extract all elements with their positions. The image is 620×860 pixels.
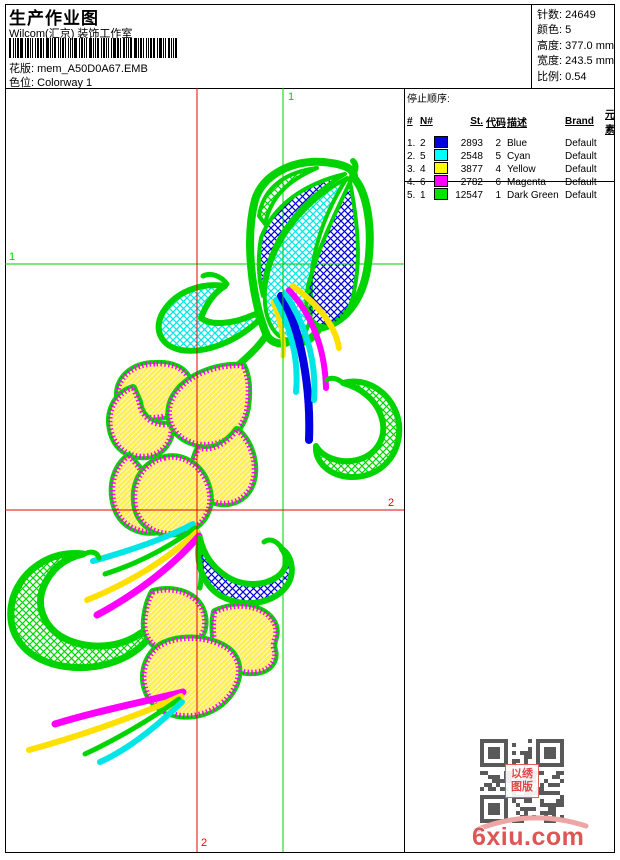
- info-label: 颜色:: [537, 24, 566, 37]
- thread-number: 6: [420, 177, 426, 188]
- info-value: 24649: [565, 9, 596, 21]
- thread-stitches: 3877: [460, 164, 483, 175]
- thread-brand: Default: [565, 164, 597, 175]
- info-value: 5: [565, 24, 572, 37]
- info-row: 高度: 377.0 mm: [537, 39, 614, 54]
- info-row: 宽度: 243.5 mm: [537, 54, 614, 69]
- thread-number: 4: [420, 164, 426, 175]
- stop-sequence-table: 停止顺序: # N# St. 代码 描述 Brand 元素 1. 2 2893 …: [407, 90, 615, 201]
- stamp-line1: 以绣: [511, 768, 533, 780]
- info-value: 377.0 mm: [565, 39, 615, 52]
- thread-stitches: 2548: [460, 151, 483, 162]
- info-label: 宽度:: [537, 55, 566, 68]
- thread-description: Magenta: [507, 177, 546, 188]
- stamp-line2: 图版: [511, 781, 533, 793]
- thread-code: 5: [495, 151, 501, 162]
- thread-code: 6: [495, 177, 501, 188]
- left-crescent-motif: [7, 549, 154, 672]
- design-info-box: 针数: 24649 颜色: 5 高度: 377.0 mm 宽度: 243.5 mm 比例…: [537, 8, 614, 85]
- watermark-text: 6xiu.com: [472, 823, 584, 851]
- paisley-motif: [155, 271, 264, 354]
- thread-row: 3. 4 3877 4 Yellow Default: [407, 162, 613, 175]
- thread-color-swatch: [434, 188, 448, 200]
- thread-index: 1.: [407, 138, 416, 149]
- stop-sequence-header: # N# St. 代码 描述 Brand 元素: [407, 106, 615, 136]
- thread-description: Blue: [507, 138, 528, 149]
- info-row: 比例: 0.54: [537, 70, 614, 85]
- col-element: 元素: [605, 110, 615, 136]
- info-label: 高度:: [537, 39, 566, 52]
- thread-row: 1. 2 2893 2 Blue Default: [407, 136, 613, 149]
- thread-number: 1: [420, 190, 426, 201]
- thread-stitches: 2893: [460, 138, 483, 149]
- thread-color-swatch: [434, 149, 448, 161]
- thread-index: 3.: [407, 164, 416, 175]
- thread-code: 4: [495, 164, 501, 175]
- thread-brand: Default: [565, 177, 597, 188]
- qr-center-stamp: 以绣 图版: [505, 764, 539, 798]
- end-marker-label-bottom: 2: [201, 837, 207, 849]
- thread-index: 2.: [407, 151, 416, 162]
- thread-brand: Default: [565, 190, 597, 201]
- info-value: 243.5 mm: [565, 55, 615, 68]
- thread-stitches: 2782: [460, 177, 483, 188]
- stop-sequence-title: 停止顺序:: [407, 94, 450, 105]
- thread-color-swatch: [434, 162, 448, 174]
- thread-color-swatch: [434, 175, 448, 187]
- start-marker-label-top: 1: [288, 91, 294, 103]
- thread-number: 2: [420, 138, 426, 149]
- embroidery-design-canvas: 1 1 2 2: [5, 88, 404, 852]
- petal: [130, 453, 214, 538]
- col-hash: #: [407, 115, 413, 127]
- bottom-swooshes: [26, 688, 187, 765]
- info-label: 针数:: [537, 9, 566, 21]
- thread-description: Cyan: [507, 151, 531, 162]
- blue-crescent-motif: [195, 535, 295, 607]
- panel-divider: [404, 88, 405, 852]
- thread-stitches: 12547: [455, 190, 483, 201]
- big-flower-motif: [106, 359, 259, 538]
- end-marker-label-right: 2: [388, 497, 394, 509]
- info-row: 颜色: 5: [537, 23, 614, 38]
- header-divider: [531, 4, 532, 89]
- start-marker-label-left: 1: [9, 251, 15, 263]
- thread-index: 5.: [407, 190, 416, 201]
- thread-code: 1: [495, 190, 501, 201]
- thread-description: Dark Green: [507, 190, 559, 201]
- thread-brand: Default: [565, 138, 597, 149]
- thread-code: 2: [495, 138, 501, 149]
- col-st: St.: [470, 115, 483, 127]
- right-crescent-motif: [313, 375, 403, 481]
- col-n: N#: [420, 115, 433, 127]
- thread-index: 4.: [407, 177, 416, 188]
- thread-row: 5. 1 12547 1 Dark Green Default: [407, 188, 613, 201]
- thread-color-swatch: [434, 136, 448, 148]
- thread-description: Yellow: [507, 164, 536, 175]
- barcode: [9, 38, 177, 58]
- col-brand: Brand: [565, 115, 594, 127]
- info-label: 比例:: [537, 70, 566, 83]
- site-watermark: 6xiu.com: [471, 815, 589, 852]
- thread-brand: Default: [565, 151, 597, 162]
- col-desc: 描述: [507, 117, 527, 129]
- info-row: 针数: 24649: [537, 8, 614, 23]
- thread-number: 5: [420, 151, 426, 162]
- info-value: 0.54: [565, 70, 587, 83]
- thread-row: 4. 6 2782 6 Magenta Default: [407, 175, 613, 188]
- col-code: 代码: [486, 117, 506, 129]
- thread-row: 2. 5 2548 5 Cyan Default: [407, 149, 613, 162]
